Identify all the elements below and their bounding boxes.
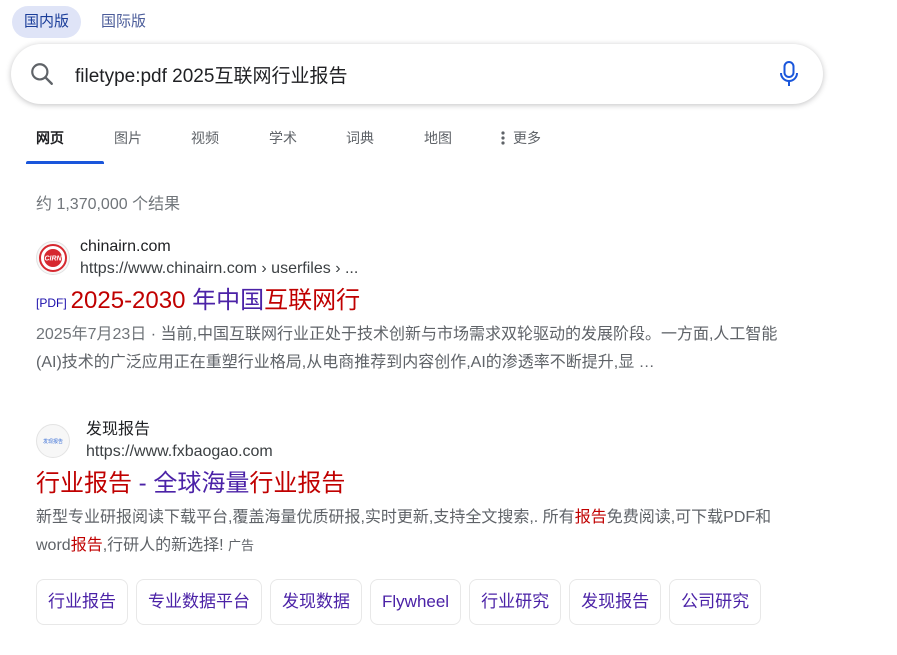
region-tab-domestic[interactable]: 国内版 xyxy=(12,6,82,38)
result-title-link[interactable]: 行业报告 - 全球海量行业报告 xyxy=(36,470,345,497)
result-count: 约 1,370,000 个结果 xyxy=(36,196,181,213)
chip-discover-data[interactable]: 发现数据 xyxy=(270,579,362,625)
fxbaogao-logo-icon: 发现报告 xyxy=(43,438,63,445)
result-site-row[interactable]: CIRN chinairn.com https://www.chinairn.c… xyxy=(36,235,796,281)
chip-data-platform[interactable]: 专业数据平台 xyxy=(136,579,262,625)
tab-maps[interactable]: 地图 xyxy=(414,116,491,164)
chip-flywheel[interactable]: Flywheel xyxy=(370,579,462,625)
tab-academic-label: 学术 xyxy=(269,130,297,146)
svg-text:CIRN: CIRN xyxy=(44,256,62,263)
result-url: https://www.fxbaogao.com xyxy=(86,443,273,460)
search-result-2: 发现报告 发现报告 https://www.fxbaogao.com 行业报告 … xyxy=(36,418,796,560)
vertical-nav: 网页 图片 视频 学术 词典 地图 更多 xyxy=(26,116,571,166)
tab-more-label: 更多 xyxy=(513,130,541,146)
tab-web[interactable]: 网页 xyxy=(26,116,104,164)
tab-images-label: 图片 xyxy=(114,130,142,146)
chip-industry-research[interactable]: 行业研究 xyxy=(469,579,562,625)
tab-videos[interactable]: 视频 xyxy=(181,116,259,164)
tab-dictionary[interactable]: 词典 xyxy=(336,116,414,164)
result-title-link[interactable]: 2025-2030 年中国互联网行 xyxy=(71,287,360,314)
pdf-badge: [PDF] xyxy=(36,296,67,310)
ad-label: 广告 xyxy=(228,538,255,553)
chip-discover-report[interactable]: 发现报告 xyxy=(569,579,662,625)
search-result-1: CIRN chinairn.com https://www.chinairn.c… xyxy=(36,235,796,377)
search-icon[interactable] xyxy=(29,61,55,87)
tab-more[interactable]: 更多 xyxy=(491,116,571,164)
site-favicon: CIRN xyxy=(36,241,70,275)
result-site-row[interactable]: 发现报告 发现报告 https://www.fxbaogao.com xyxy=(36,418,796,464)
result-title[interactable]: [PDF] 2025-2030 年中国互联网行 xyxy=(36,285,796,317)
region-tab-international[interactable]: 国际版 xyxy=(89,6,158,38)
chip-industry-report[interactable]: 行业报告 xyxy=(36,579,128,625)
search-input[interactable] xyxy=(75,58,755,90)
result-date: 2025年7月23日 xyxy=(36,326,147,343)
tab-maps-label: 地图 xyxy=(424,130,452,146)
tab-academic[interactable]: 学术 xyxy=(259,116,336,164)
chip-company-research[interactable]: 公司研究 xyxy=(669,579,762,625)
result-site-name: chinairn.com xyxy=(80,238,171,255)
svg-text:发现报告: 发现报告 xyxy=(43,438,63,445)
search-box xyxy=(11,44,823,104)
tab-videos-label: 视频 xyxy=(191,130,219,146)
result-url: https://www.chinairn.com › userfiles › .… xyxy=(80,260,359,277)
result-snippet: 新型专业研报阅读下载平台,覆盖海量优质研报,实时更新,支持全文搜索,. 所有报告… xyxy=(36,509,772,554)
tab-images[interactable]: 图片 xyxy=(104,116,181,164)
site-favicon: 发现报告 xyxy=(36,424,70,458)
result-title[interactable]: 行业报告 - 全球海量行业报告 xyxy=(36,468,796,500)
result-snippet: 2025年7月23日 · 当前,中国互联网行业正处于技术创新与市场需求双轮驱动的… xyxy=(36,326,778,371)
sitelink-chips: 行业报告 专业数据平台 发现数据 Flywheel 行业研究 发现报告 公司研究 xyxy=(36,579,762,625)
tab-web-label: 网页 xyxy=(36,130,64,146)
tab-dictionary-label: 词典 xyxy=(346,130,374,146)
region-tabs: 国内版 国际版 xyxy=(12,6,158,38)
more-vertical-icon xyxy=(501,131,505,145)
microphone-icon[interactable] xyxy=(777,60,801,88)
cirn-logo-icon: CIRN xyxy=(39,244,67,272)
result-site-name: 发现报告 xyxy=(86,421,151,438)
